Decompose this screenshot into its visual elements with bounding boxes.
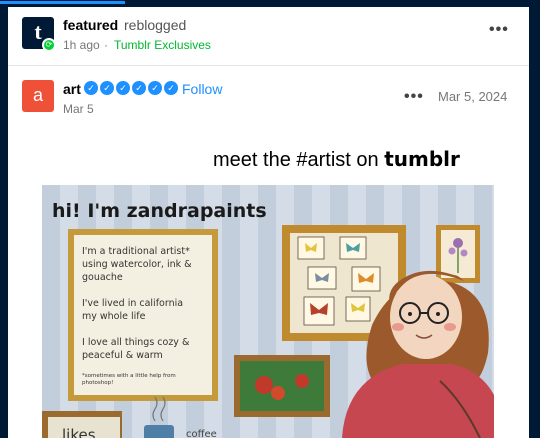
verified-badge-icon: ✓: [164, 81, 178, 95]
caption-prefix: meet the #artist on: [213, 149, 385, 171]
verified-badge-icon: ✓: [132, 81, 146, 95]
post-blog-name[interactable]: art: [63, 81, 81, 97]
header-divider: [8, 65, 529, 66]
active-tab-indicator: [0, 1, 125, 4]
post-date-full: Mar 5, 2024: [438, 89, 508, 104]
art-avatar[interactable]: a: [22, 80, 54, 112]
likes-label: likes...: [62, 426, 110, 438]
verified-badge-icon: ✓: [100, 81, 114, 95]
post-card: t ⟳ featured reblogged 1h ago · Tumblr E…: [8, 7, 529, 438]
verified-badges[interactable]: ✓ ✓ ✓ ✓ ✓ ✓: [84, 81, 178, 97]
artwork-illustration: hi! I'm zandrapaints I'm a traditional a…: [42, 185, 494, 438]
reblog-action-text: reblogged: [124, 17, 187, 33]
post-caption: meet the #artist on tumblr: [213, 147, 460, 172]
verified-badge-icon: ✓: [148, 81, 162, 95]
more-dots-icon[interactable]: •••: [489, 21, 509, 39]
follow-button[interactable]: Follow: [182, 81, 222, 97]
coffee-label: coffee: [186, 429, 217, 438]
reblog-header: t ⟳ featured reblogged 1h ago · Tumblr E…: [8, 7, 529, 65]
reblog-time: 1h ago: [63, 38, 100, 52]
caption-brand: tumblr: [384, 147, 460, 171]
post-more-dots-icon[interactable]: •••: [404, 88, 424, 106]
separator-dot: ·: [104, 38, 108, 52]
verified-badge-icon: ✓: [116, 81, 130, 95]
post-date-short: Mar 5: [63, 102, 94, 116]
verified-badge-icon: ✓: [84, 81, 98, 95]
artwork-title: hi! I'm zandrapaints: [52, 200, 267, 222]
reblogger-name[interactable]: featured: [63, 17, 118, 33]
reblog-icon: ⟳: [42, 38, 56, 52]
top-bar: [0, 0, 540, 7]
artwork-image[interactable]: hi! I'm zandrapaints I'm a traditional a…: [42, 185, 494, 438]
source-link[interactable]: Tumblr Exclusives: [114, 38, 211, 52]
